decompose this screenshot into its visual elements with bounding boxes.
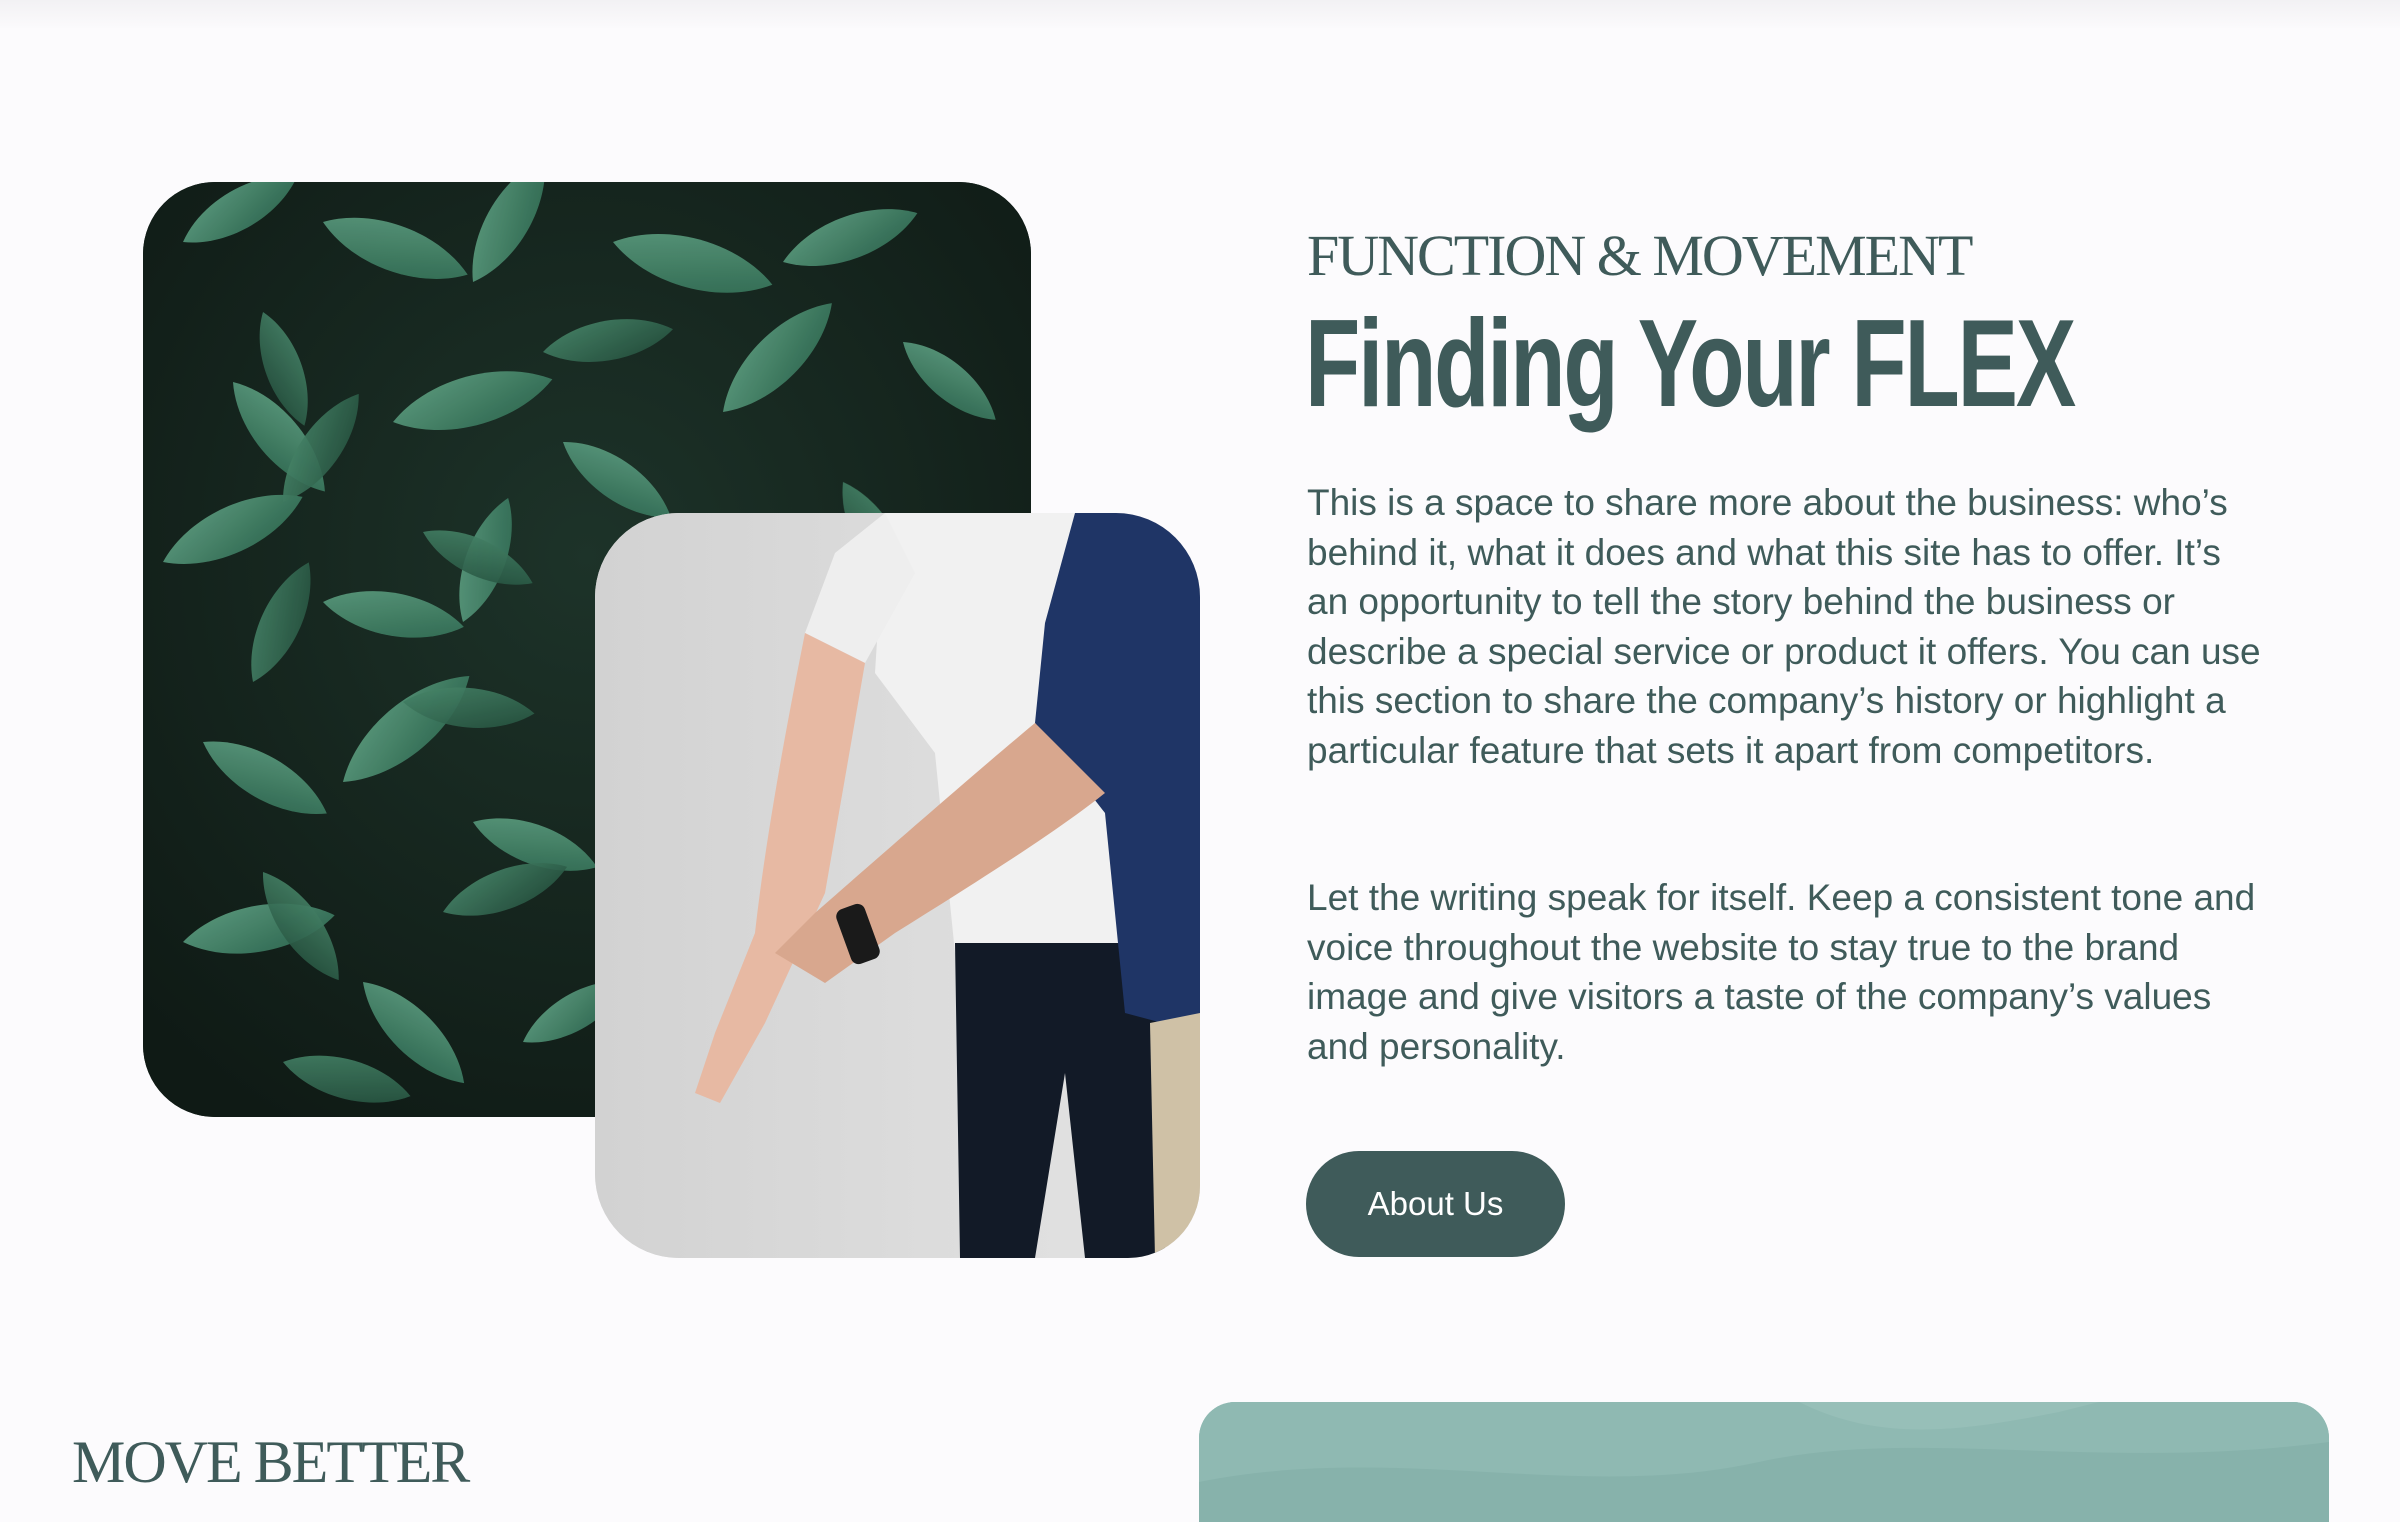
section-paragraph-1: This is a space to share more about the … [1307, 482, 2261, 771]
next-section-eyebrow: MOVE BETTER [72, 1429, 470, 1495]
section-eyebrow: FUNCTION & MOVEMENT [1307, 223, 1973, 288]
person-illustration [595, 513, 1200, 1258]
about-us-button[interactable]: About Us [1306, 1151, 1565, 1257]
header-shadow [0, 0, 2400, 28]
teal-card-image [1199, 1402, 2329, 1522]
section-title: Finding Your FLEX [1305, 295, 2076, 433]
section-paragraph-2: Let the writing speak for itself. Keep a… [1307, 877, 2256, 1067]
stretch-assist-image [595, 513, 1200, 1258]
teal-card-illustration [1199, 1402, 2329, 1522]
